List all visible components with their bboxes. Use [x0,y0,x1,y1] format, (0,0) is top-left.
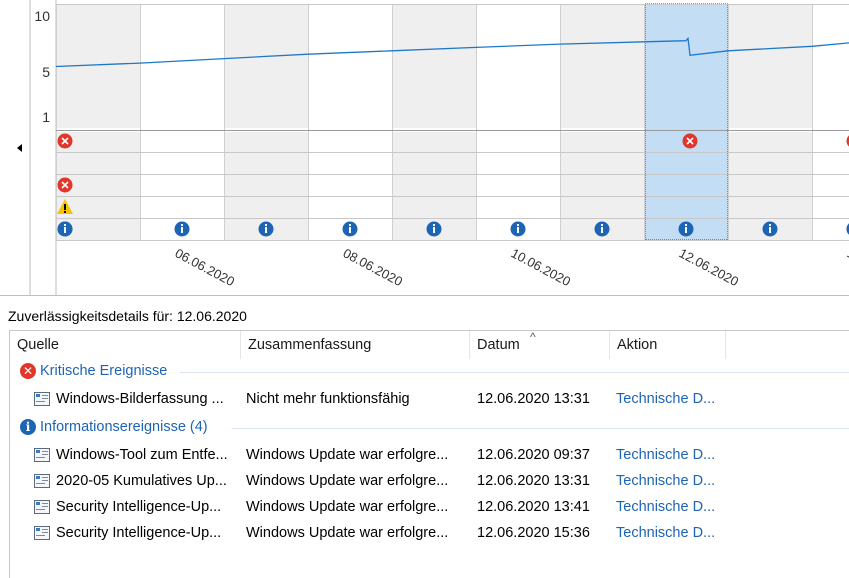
info-icon-glyph [433,224,435,226]
x-date-label: 12.06.2020 [677,245,742,289]
info-icon-glyph [601,224,603,226]
scroll-left-button[interactable] [12,140,26,156]
reliability-chart[interactable]: 10 5 1 06.06.2020 08.06.2020 10.06.2020 12.06.… [0,0,849,296]
info-icon: i [20,419,36,435]
date-cell: 12.06.2020 09:37 [477,442,611,468]
day-column-stripe [392,4,476,128]
details-title: Zuverlässigkeitsdetails für: 12.06.2020 [8,308,247,324]
group-label: Informationsereignisse (4) [40,419,208,435]
column-header-source[interactable]: Quelle [10,331,241,359]
info-icon-glyph [769,224,771,226]
application-icon [34,500,50,514]
application-icon [34,448,50,462]
table-row[interactable]: Windows-Bilderfassung ... Nicht mehr fun… [10,386,849,412]
column-header-date[interactable]: Datum ^ [470,331,610,359]
group-information-events[interactable]: i Informationsereignisse (4) [20,415,208,439]
info-icon-glyph [769,227,771,233]
application-icon [34,474,50,488]
info-icon-glyph [685,224,687,226]
info-icon-glyph [64,224,66,226]
table-row[interactable]: 2020-05 Kumulatives Up... Windows Update… [10,468,849,494]
source-cell: Windows-Tool zum Entfe... [34,442,241,468]
info-icon-glyph [265,224,267,226]
sort-ascending-icon: ^ [530,330,536,344]
summary-cell: Nicht mehr funktionsfähig [246,386,468,412]
source-cell: Security Intelligence-Up... [34,520,241,546]
source-cell: Windows-Bilderfassung ... [34,386,241,412]
y-tick-label: 1 [42,109,50,125]
x-date-label: 10.06.2020 [509,245,574,289]
group-divider [180,372,849,373]
day-column-stripe [728,4,812,128]
info-icon-glyph [349,227,351,233]
info-icon-glyph [517,224,519,226]
info-icon-glyph [181,224,183,226]
error-icon: ✕ [20,363,36,379]
reliability-chart-canvas[interactable]: 10 5 1 06.06.2020 08.06.2020 10.06.2020 12.06.… [0,0,849,296]
source-cell: 2020-05 Kumulatives Up... [34,468,241,494]
reliability-details-list[interactable]: Quelle Zusammenfassung Datum ^ Aktion ✕ … [9,330,849,578]
info-icon-glyph [64,227,66,233]
y-tick-label: 10 [34,8,50,24]
technical-details-link[interactable]: Technische D... [616,468,726,494]
info-icon-glyph [265,227,267,233]
day-column-stripe [560,4,644,128]
technical-details-link[interactable]: Technische D... [616,386,726,412]
date-cell: 12.06.2020 15:36 [477,520,611,546]
x-date-label: 06.06.2020 [173,245,238,289]
arrow-left-icon [17,144,22,152]
application-icon [34,392,50,406]
y-tick-label: 5 [42,64,50,80]
source-text: Windows-Bilderfassung ... [56,391,224,407]
info-icon-glyph [349,224,351,226]
source-text: Windows-Tool zum Entfe... [56,447,228,463]
technical-details-link[interactable]: Technische D... [616,494,726,520]
column-header-action[interactable]: Aktion [610,331,726,359]
warning-icon-glyph [64,211,66,213]
summary-cell: Windows Update war erfolgre... [246,494,468,520]
date-cell: 12.06.2020 13:41 [477,494,611,520]
column-header-summary[interactable]: Zusammenfassung [241,331,470,359]
technical-details-link[interactable]: Technische D... [616,442,726,468]
table-row[interactable]: Windows-Tool zum Entfe... Windows Update… [10,442,849,468]
warning-icon-glyph [64,204,66,210]
group-critical-events[interactable]: ✕ Kritische Ereignisse [20,359,167,383]
list-header: Quelle Zusammenfassung Datum ^ Aktion [10,331,849,359]
source-text: 2020-05 Kumulatives Up... [56,473,227,489]
source-text: Security Intelligence-Up... [56,525,221,541]
info-icon-glyph [181,227,183,233]
column-header-date-label: Datum [477,337,520,353]
summary-cell: Windows Update war erfolgre... [246,442,468,468]
table-row[interactable]: Security Intelligence-Up... Windows Upda… [10,520,849,546]
info-icon-glyph [517,227,519,233]
date-cell: 12.06.2020 13:31 [477,386,611,412]
application-icon [34,526,50,540]
x-date-label: 14.06.2020 [845,245,849,289]
day-column-stripe [224,4,308,128]
info-icon-glyph [433,227,435,233]
info-icon-glyph [601,227,603,233]
table-row[interactable]: Security Intelligence-Up... Windows Upda… [10,494,849,520]
source-text: Security Intelligence-Up... [56,499,221,515]
technical-details-link[interactable]: Technische D... [616,520,726,546]
info-icon-glyph [685,227,687,233]
date-cell: 12.06.2020 13:31 [477,468,611,494]
summary-cell: Windows Update war erfolgre... [246,468,468,494]
summary-cell: Windows Update war erfolgre... [246,520,468,546]
source-cell: Security Intelligence-Up... [34,494,241,520]
group-divider [232,428,849,429]
x-date-label: 08.06.2020 [341,245,406,289]
group-label: Kritische Ereignisse [40,363,167,379]
